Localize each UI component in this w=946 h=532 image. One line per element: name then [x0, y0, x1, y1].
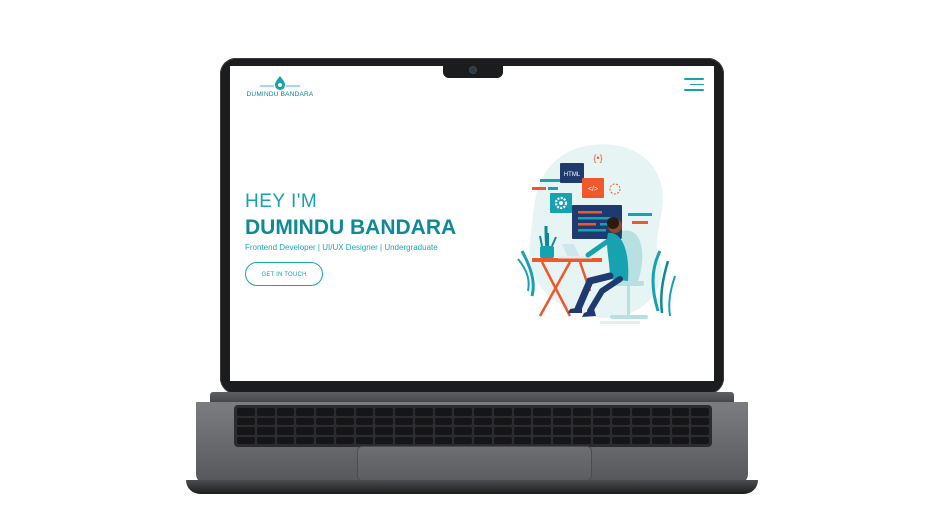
- logo-drop-icon: [260, 76, 300, 90]
- code-tag: </>: [588, 186, 598, 193]
- html-tag: HTML: [564, 172, 581, 178]
- laptop-keyboard: [234, 405, 712, 447]
- site-logo[interactable]: DUMINDU BANDARA: [240, 74, 320, 98]
- hero-name: DUMINDU BANDARA: [245, 216, 457, 239]
- hero-greeting: HEY I'M: [245, 191, 318, 212]
- get-in-touch-button[interactable]: GET IN TOUCH: [245, 262, 323, 286]
- hero-roles: Frontend Developer | UI/UX Designer | Un…: [245, 243, 438, 252]
- hamburger-menu-icon[interactable]: [684, 78, 704, 94]
- webcam-icon: [470, 67, 476, 73]
- desk: [532, 258, 602, 262]
- laptop-trackpad: [357, 446, 592, 481]
- logo-text: DUMINDU BANDARA: [246, 91, 314, 98]
- laptop-base-edge: [186, 480, 758, 494]
- braces-tag: {•}: [593, 153, 602, 163]
- developer-illustration: HTML {•} </>: [517, 144, 676, 324]
- laptop-screen: DUMINDU BANDARA HEY I'M DUMINDU BANDARA …: [230, 66, 714, 381]
